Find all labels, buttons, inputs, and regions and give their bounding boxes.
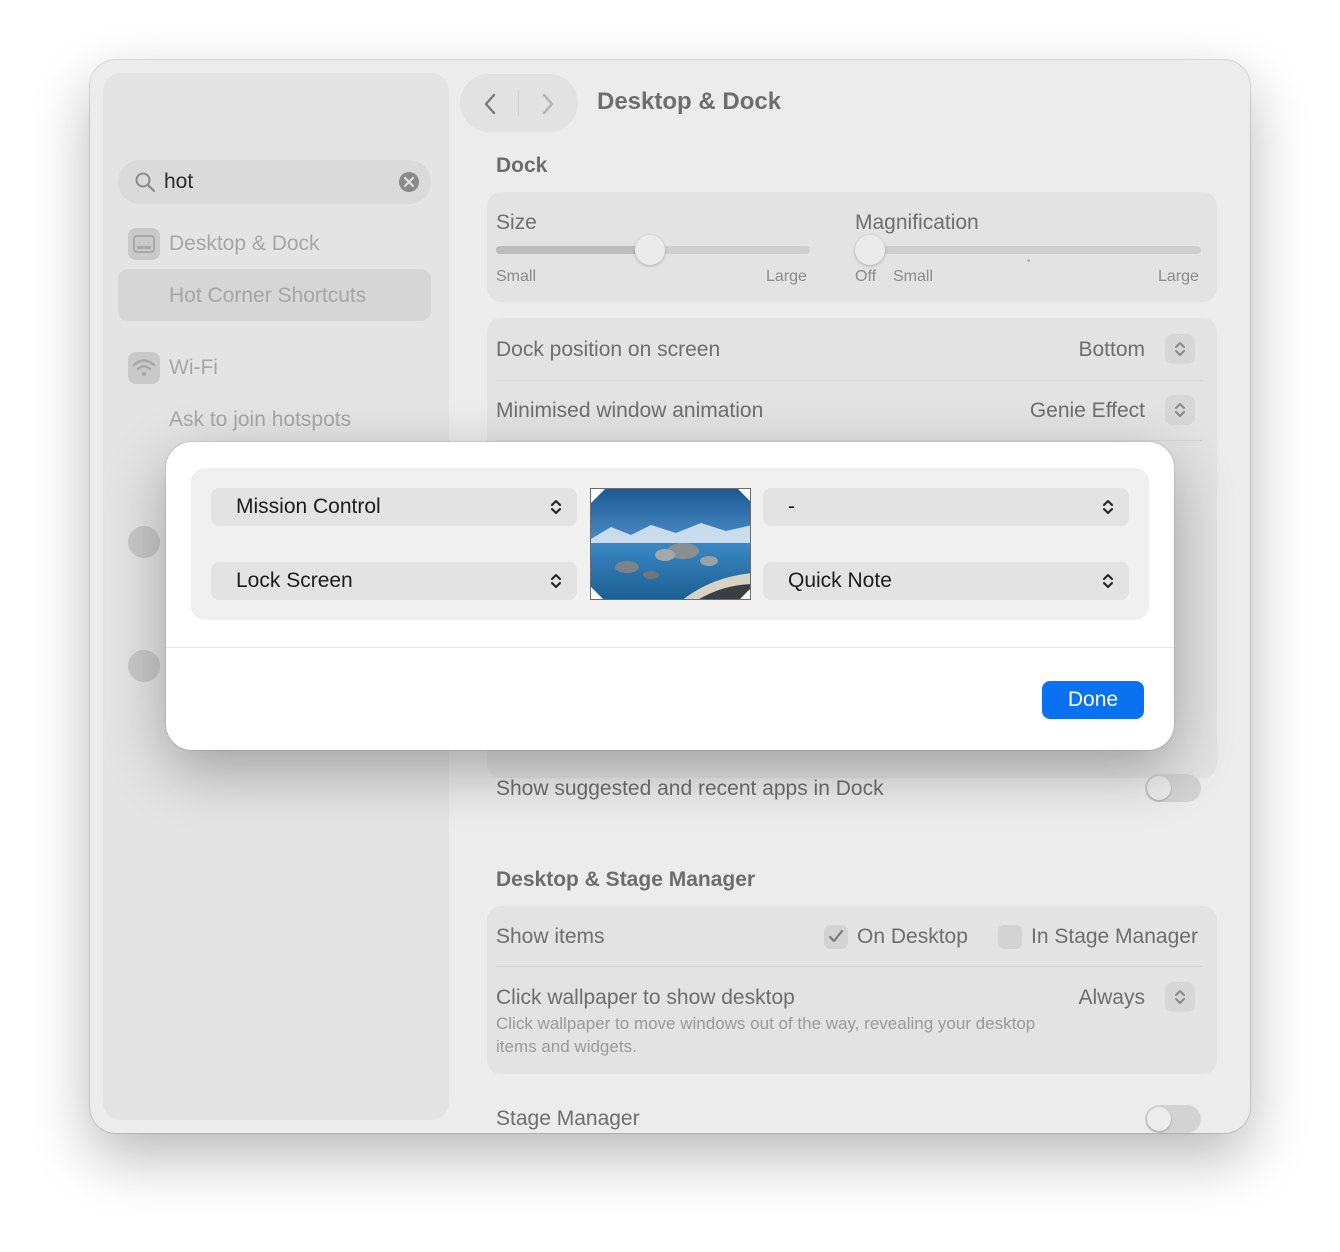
general-icon	[128, 650, 160, 682]
stage-manager-label: Stage Manager	[496, 1107, 640, 1130]
dock-position-label: Dock position on screen	[496, 338, 721, 361]
size-slider-knob[interactable]	[635, 235, 665, 265]
magnification-min-label: Small	[893, 268, 934, 285]
top-right-corner-popup[interactable]: -	[763, 488, 1129, 526]
in-stage-manager-checkbox[interactable]	[998, 925, 1022, 949]
suggested-apps-label: Show suggested and recent apps in Dock	[496, 777, 884, 800]
magnification-slider[interactable]	[855, 246, 1201, 254]
suggested-apps-toggle[interactable]	[1145, 774, 1201, 802]
chevron-updown-icon	[551, 500, 561, 514]
bottom-right-corner-value: Quick Note	[788, 569, 892, 592]
on-desktop-label: On Desktop	[857, 925, 968, 948]
minimise-animation-value[interactable]: Genie Effect	[1030, 399, 1145, 423]
search-field[interactable]: hot	[118, 160, 431, 204]
stage-manager-toggle[interactable]	[1145, 1105, 1201, 1133]
dialog-divider	[166, 647, 1174, 648]
accessibility-icon	[128, 526, 160, 558]
bottom-left-corner-popup[interactable]: Lock Screen	[211, 562, 577, 600]
sidebar-item-desktop-dock[interactable]: Desktop & Dock	[169, 232, 320, 256]
top-left-corner-popup[interactable]: Mission Control	[211, 488, 577, 526]
section-title-desktop-stage: Desktop & Stage Manager	[496, 868, 756, 891]
magnification-label: Magnification	[855, 211, 979, 234]
size-max-label: Large	[766, 268, 807, 285]
sidebar-item-ask-join-hotspots[interactable]: Ask to join hotspots	[169, 408, 351, 432]
dock-position-stepper[interactable]	[1165, 334, 1195, 364]
section-title-dock: Dock	[496, 154, 548, 177]
done-button[interactable]: Done	[1042, 681, 1144, 719]
sidebar-item-label: Hot Corner Shortcuts	[169, 284, 367, 307]
size-label: Size	[496, 211, 537, 234]
magnification-slider-knob[interactable]	[855, 235, 885, 265]
search-input[interactable]: hot	[164, 170, 193, 194]
top-left-corner-value: Mission Control	[236, 495, 381, 518]
back-icon[interactable]	[482, 92, 498, 116]
magnification-off-label: Off	[855, 268, 877, 285]
chevron-updown-icon	[1103, 574, 1113, 588]
minimise-animation-stepper[interactable]	[1165, 395, 1195, 425]
click-wallpaper-label: Click wallpaper to show desktop	[496, 986, 795, 1009]
chevron-updown-icon	[551, 574, 561, 588]
screen-preview-image	[590, 488, 751, 600]
chevron-updown-icon	[1103, 500, 1113, 514]
click-wallpaper-stepper[interactable]	[1165, 982, 1195, 1012]
hot-corners-dialog: Mission Control - Lock Screen Quick Note	[166, 442, 1174, 750]
size-min-label: Small	[496, 268, 537, 285]
dock-position-value[interactable]: Bottom	[1078, 338, 1145, 362]
on-desktop-checkbox[interactable]	[824, 925, 848, 949]
hot-corners-panel: Mission Control - Lock Screen Quick Note	[191, 468, 1149, 620]
wifi-icon	[128, 352, 160, 384]
clear-search-icon[interactable]	[399, 172, 419, 192]
sidebar-item-wifi[interactable]: Wi-Fi	[169, 356, 218, 380]
search-icon	[135, 172, 156, 193]
bottom-right-corner-popup[interactable]: Quick Note	[763, 562, 1129, 600]
navigation-buttons	[460, 74, 578, 132]
top-right-corner-value: -	[788, 495, 795, 518]
desktop-dock-icon	[128, 228, 160, 260]
click-wallpaper-description: Click wallpaper to move windows out of t…	[496, 1014, 1036, 1056]
magnification-max-label: Large	[1158, 268, 1199, 285]
forward-icon[interactable]	[540, 92, 556, 116]
click-wallpaper-value[interactable]: Always	[1078, 986, 1145, 1010]
show-items-label: Show items	[496, 925, 605, 948]
minimise-animation-label: Minimised window animation	[496, 399, 764, 422]
bottom-left-corner-value: Lock Screen	[236, 569, 353, 592]
page-title: Desktop & Dock	[597, 88, 782, 115]
in-stage-manager-label: In Stage Manager	[1031, 925, 1198, 948]
